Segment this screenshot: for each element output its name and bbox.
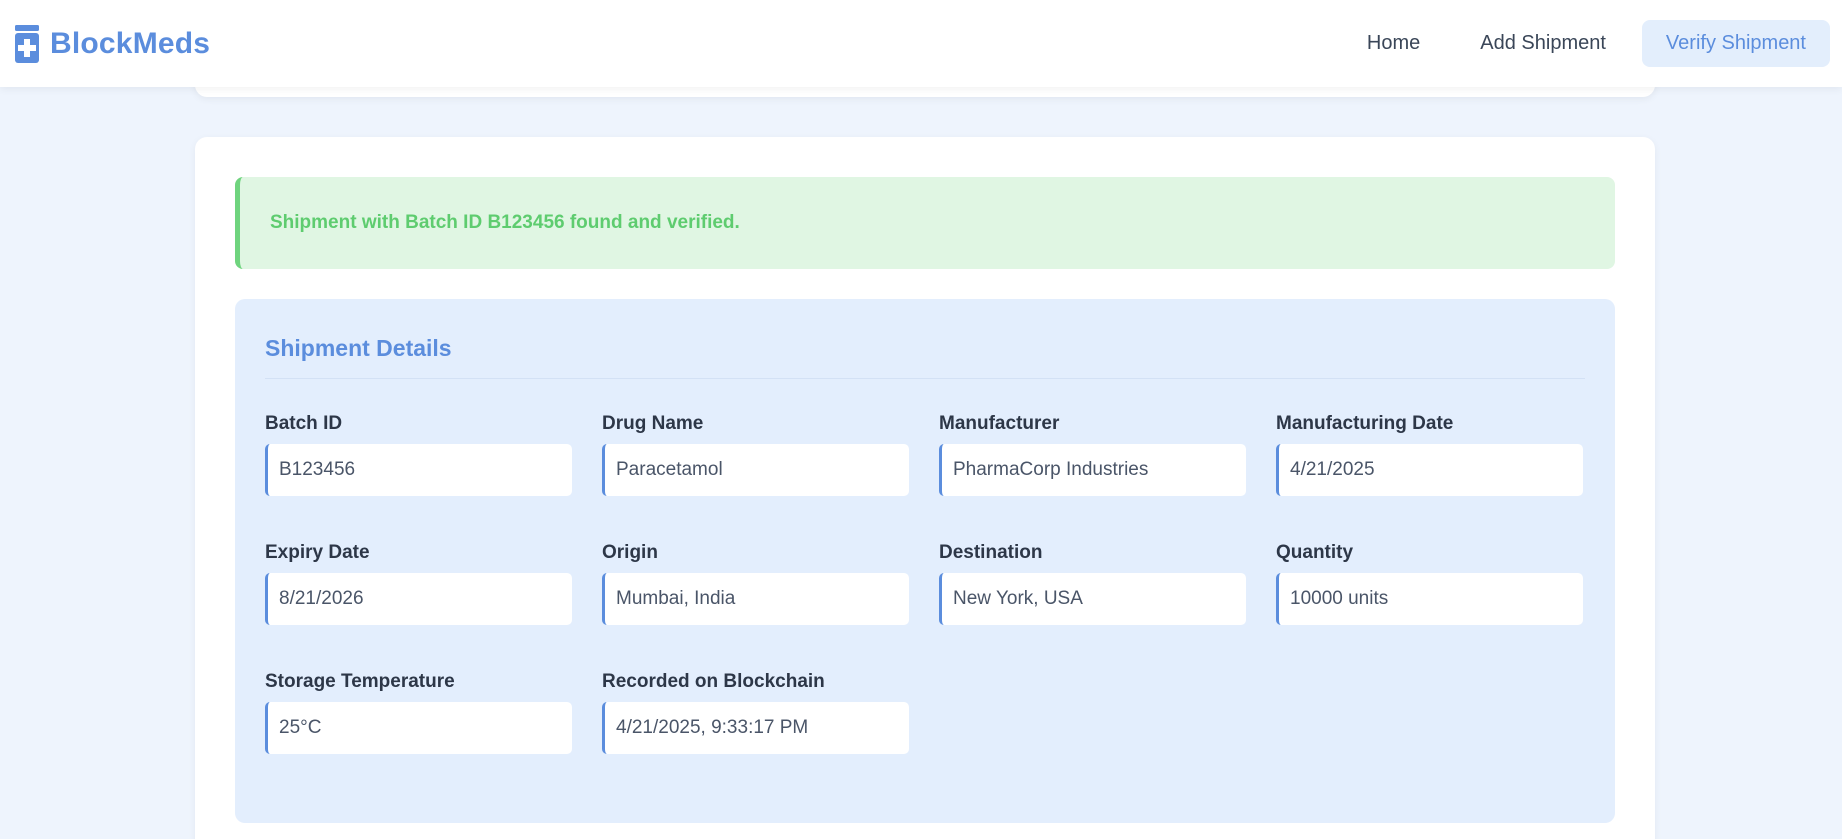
field-label: Quantity xyxy=(1276,542,1354,563)
field-recorded-on-blockchain: Recorded on Blockchain 4/21/2025, 9:33:1… xyxy=(602,671,909,754)
field-value-box: New York, USA xyxy=(939,573,1246,625)
field-label: Origin xyxy=(602,542,658,563)
field-value: 25°C xyxy=(279,717,322,738)
field-value-box: 4/21/2025 xyxy=(1276,444,1583,496)
field-value: Mumbai, India xyxy=(616,588,736,609)
field-value: B123456 xyxy=(279,459,356,480)
success-alert: Shipment with Batch ID B123456 found and… xyxy=(235,177,1615,269)
verification-card: Shipment with Batch ID B123456 found and… xyxy=(195,137,1655,839)
field-value-box: 4/21/2025, 9:33:17 PM xyxy=(602,702,909,754)
field-value: New York, USA xyxy=(953,588,1083,609)
field-label: Manufacturer xyxy=(939,413,1060,434)
shipment-details-panel: Shipment Details Batch ID B123456 Drug N… xyxy=(235,299,1615,823)
field-value: PharmaCorp Industries xyxy=(953,459,1149,480)
brand-name: BlockMeds xyxy=(50,26,211,60)
field-label: Expiry Date xyxy=(265,542,370,563)
field-label: Recorded on Blockchain xyxy=(602,671,825,692)
field-label: Storage Temperature xyxy=(265,671,455,692)
field-value-box: 10000 units xyxy=(1276,573,1583,625)
alert-message: Shipment with Batch ID B123456 found and… xyxy=(270,212,740,233)
nav-verify-shipment[interactable]: Verify Shipment xyxy=(1641,20,1830,67)
nav-home[interactable]: Home xyxy=(1343,20,1444,67)
brand-logo[interactable]: BlockMeds xyxy=(14,24,211,63)
navbar: BlockMeds Home Add Shipment Verify Shipm… xyxy=(0,0,1842,87)
field-manufacturing-date: Manufacturing Date 4/21/2025 xyxy=(1276,413,1583,496)
field-label: Manufacturing Date xyxy=(1276,413,1454,434)
section-title: Shipment Details xyxy=(265,335,1585,379)
field-value: 8/21/2026 xyxy=(279,588,364,609)
field-drug-name: Drug Name Paracetamol xyxy=(602,413,909,496)
field-label: Batch ID xyxy=(265,413,343,434)
field-label: Drug Name xyxy=(602,413,704,434)
nav-links: Home Add Shipment Verify Shipment xyxy=(1343,20,1830,67)
field-origin: Origin Mumbai, India xyxy=(602,542,909,625)
field-value-box: Paracetamol xyxy=(602,444,909,496)
field-value-box: PharmaCorp Industries xyxy=(939,444,1246,496)
details-grid: Batch ID B123456 Drug Name Paracetamol M… xyxy=(265,413,1585,754)
field-manufacturer: Manufacturer PharmaCorp Industries xyxy=(939,413,1246,496)
medicine-bottle-icon xyxy=(15,24,39,63)
field-quantity: Quantity 10000 units xyxy=(1276,542,1583,625)
field-destination: Destination New York, USA xyxy=(939,542,1246,625)
nav-add-shipment[interactable]: Add Shipment xyxy=(1456,20,1630,67)
field-value-box: B123456 xyxy=(265,444,572,496)
field-label: Destination xyxy=(939,542,1043,563)
field-value-box: 25°C xyxy=(265,702,572,754)
field-batch-id: Batch ID B123456 xyxy=(265,413,572,496)
field-value-box: 8/21/2026 xyxy=(265,573,572,625)
field-value: Paracetamol xyxy=(616,459,723,480)
field-value-box: Mumbai, India xyxy=(602,573,909,625)
field-expiry-date: Expiry Date 8/21/2026 xyxy=(265,542,572,625)
field-value: 4/21/2025 xyxy=(1290,459,1375,480)
field-value: 4/21/2025, 9:33:17 PM xyxy=(616,717,809,738)
field-storage-temperature: Storage Temperature 25°C xyxy=(265,671,572,754)
field-value: 10000 units xyxy=(1290,588,1389,609)
